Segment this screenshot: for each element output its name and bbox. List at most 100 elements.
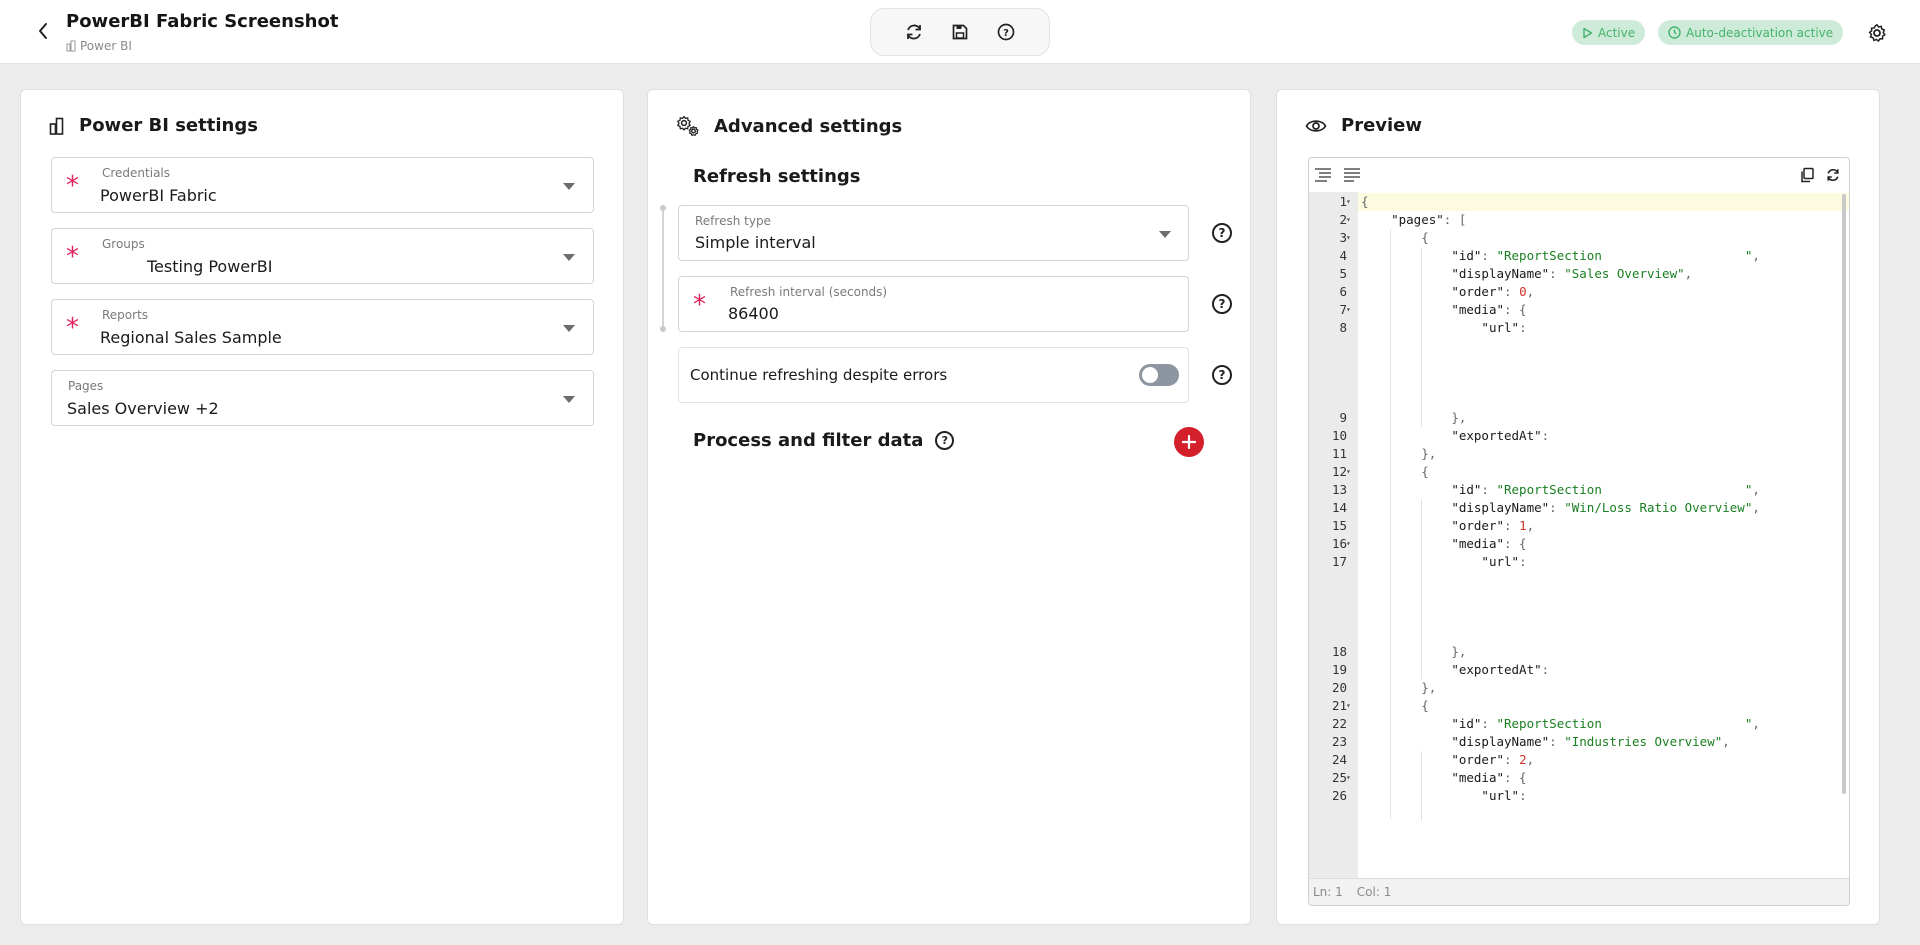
fold-arrow-icon[interactable]: ▾: [1346, 211, 1351, 229]
reload-preview-button[interactable]: [1823, 165, 1843, 185]
compact-icon: [1344, 168, 1360, 182]
continue-refreshing-label: Continue refreshing despite errors: [690, 366, 948, 384]
refresh-type-help-icon[interactable]: ?: [1212, 223, 1232, 243]
format-button[interactable]: [1313, 165, 1333, 185]
refresh-interval-field[interactable]: * Refresh interval (seconds) 86400: [678, 276, 1189, 332]
required-asterisk-icon: *: [693, 290, 706, 320]
fold-arrow-icon[interactable]: ▾: [1346, 301, 1351, 319]
editor-toolbar: [1309, 158, 1849, 192]
code-line: 20 },: [1332, 679, 1849, 697]
caret-down-icon: [563, 325, 575, 332]
settings-button[interactable]: [1864, 20, 1890, 46]
power-bi-icon: [66, 40, 76, 52]
code-area[interactable]: 1 ▾{2 ▾ "pages": [3 ▾ {4 "id": "ReportSecti…: [1332, 192, 1849, 880]
preview-panel: Preview 1 ▾{2 ▾ "pages": [3 ▾ {4 "id": "Rep…: [1276, 89, 1880, 925]
save-button[interactable]: [948, 20, 972, 44]
refresh-interval-help-icon[interactable]: ?: [1212, 294, 1232, 314]
credentials-select[interactable]: * Credentials PowerBI Fabric: [51, 157, 594, 213]
app-header: PowerBI Fabric Screenshot Power BI ? Act…: [0, 0, 1920, 64]
pages-select[interactable]: Pages Sales Overview +2: [51, 370, 594, 426]
fold-arrow-icon[interactable]: ▾: [1346, 463, 1351, 481]
code-text: "pages": [: [1391, 212, 1467, 227]
back-button[interactable]: [30, 18, 56, 44]
fold-arrow-icon[interactable]: ▾: [1346, 193, 1351, 211]
continue-refreshing-toggle[interactable]: [1139, 364, 1179, 386]
process-filter-help-icon[interactable]: ?: [935, 431, 955, 450]
line-number: 7: [1339, 302, 1347, 317]
continue-refreshing-help-icon[interactable]: ?: [1212, 365, 1232, 385]
eye-icon: [1305, 119, 1327, 132]
fold-arrow-icon[interactable]: ▾: [1346, 769, 1351, 787]
code-text: "media": {: [1451, 770, 1527, 785]
line-number: 8: [1339, 320, 1347, 335]
line-number: 18: [1331, 644, 1347, 659]
panel-title: Preview: [1341, 115, 1423, 136]
line-number: 24: [1331, 752, 1347, 767]
code-text: "displayName": "Industries Overview",: [1451, 734, 1730, 749]
page-subtitle: Power BI: [66, 39, 132, 53]
code-text: "id": "ReportSection ",: [1451, 482, 1760, 497]
caret-down-icon: [563, 254, 575, 261]
code-line: 11 },: [1332, 445, 1849, 463]
refresh-icon: [907, 24, 921, 40]
line-number: 26: [1331, 788, 1347, 803]
caret-down-icon: [563, 183, 575, 190]
page-title: PowerBI Fabric Screenshot: [66, 11, 339, 32]
preview-header: Preview: [1305, 115, 1422, 136]
line-number: 11: [1331, 446, 1347, 461]
code-line: 19 "exportedAt":: [1332, 661, 1849, 679]
editor-scrollbar[interactable]: [1842, 194, 1846, 794]
plus-icon: [1182, 435, 1196, 449]
code-line: 15 "order": 1,: [1332, 517, 1849, 535]
help-button[interactable]: ?: [994, 20, 1018, 44]
code-line: 22 "id": "ReportSection ",: [1332, 715, 1849, 733]
code-text: {: [1421, 698, 1429, 713]
section-dot: [660, 205, 666, 211]
indent-guide: [1390, 229, 1391, 819]
continue-refreshing-row: Continue refreshing despite errors: [678, 347, 1189, 403]
refresh-type-select[interactable]: Refresh type Simple interval: [678, 205, 1189, 261]
code-text: },: [1421, 680, 1437, 695]
section-divider-line: [662, 208, 664, 330]
refresh-type-label: Refresh type: [695, 214, 771, 228]
fold-arrow-icon[interactable]: ▾: [1346, 697, 1351, 715]
refresh-button[interactable]: [902, 20, 926, 44]
copy-button[interactable]: [1797, 165, 1817, 185]
line-indicator: Ln: 1: [1313, 885, 1343, 899]
groups-select[interactable]: * Groups Testing PowerBI: [51, 228, 594, 284]
reports-select[interactable]: * Reports Regional Sales Sample: [51, 299, 594, 355]
toggle-knob: [1142, 367, 1158, 383]
code-line: 23 "displayName": "Industries Overview",: [1332, 733, 1849, 751]
code-text: },: [1421, 446, 1437, 461]
code-line: 14 "displayName": "Win/Loss Ratio Overvi…: [1332, 499, 1849, 517]
compact-button[interactable]: [1342, 165, 1362, 185]
badge-auto-label: Auto-deactivation active: [1686, 25, 1834, 40]
fold-arrow-icon[interactable]: ▾: [1346, 229, 1351, 247]
fold-arrow-icon[interactable]: ▾: [1346, 535, 1351, 553]
gears-icon: [677, 115, 699, 136]
header-toolbar: ?: [870, 8, 1050, 56]
power-bi-settings-header: Power BI settings: [49, 115, 258, 136]
play-icon: [1583, 27, 1593, 38]
code-line: 12 ▾ {: [1332, 463, 1849, 481]
code-line: 7 ▾ "media": {: [1339, 301, 1849, 319]
indent-guide: [1421, 247, 1422, 427]
add-process-button[interactable]: [1174, 427, 1204, 457]
refresh-interval-value[interactable]: 86400: [728, 304, 779, 323]
required-asterisk-icon: *: [66, 313, 79, 343]
code-text: "displayName": "Sales Overview",: [1451, 266, 1693, 281]
advanced-settings-panel: Advanced settings Refresh settings Refre…: [647, 89, 1251, 925]
code-line: 2 ▾ "pages": [: [1339, 211, 1849, 229]
format-icon: [1315, 168, 1331, 182]
json-preview-editor[interactable]: 1 ▾{2 ▾ "pages": [3 ▾ {4 "id": "ReportSecti…: [1308, 157, 1850, 906]
line-number: 2: [1339, 212, 1347, 227]
line-number: 25: [1331, 770, 1347, 785]
line-number: 23: [1331, 734, 1347, 749]
code-line: 4 "id": "ReportSection ",: [1339, 247, 1849, 265]
code-text: "url":: [1481, 554, 1527, 569]
line-number: 15: [1331, 518, 1347, 533]
line-number: 10: [1331, 428, 1347, 443]
code-text: {: [1421, 230, 1429, 245]
pages-value: Sales Overview +2: [67, 399, 219, 418]
groups-label: Groups: [102, 237, 145, 251]
